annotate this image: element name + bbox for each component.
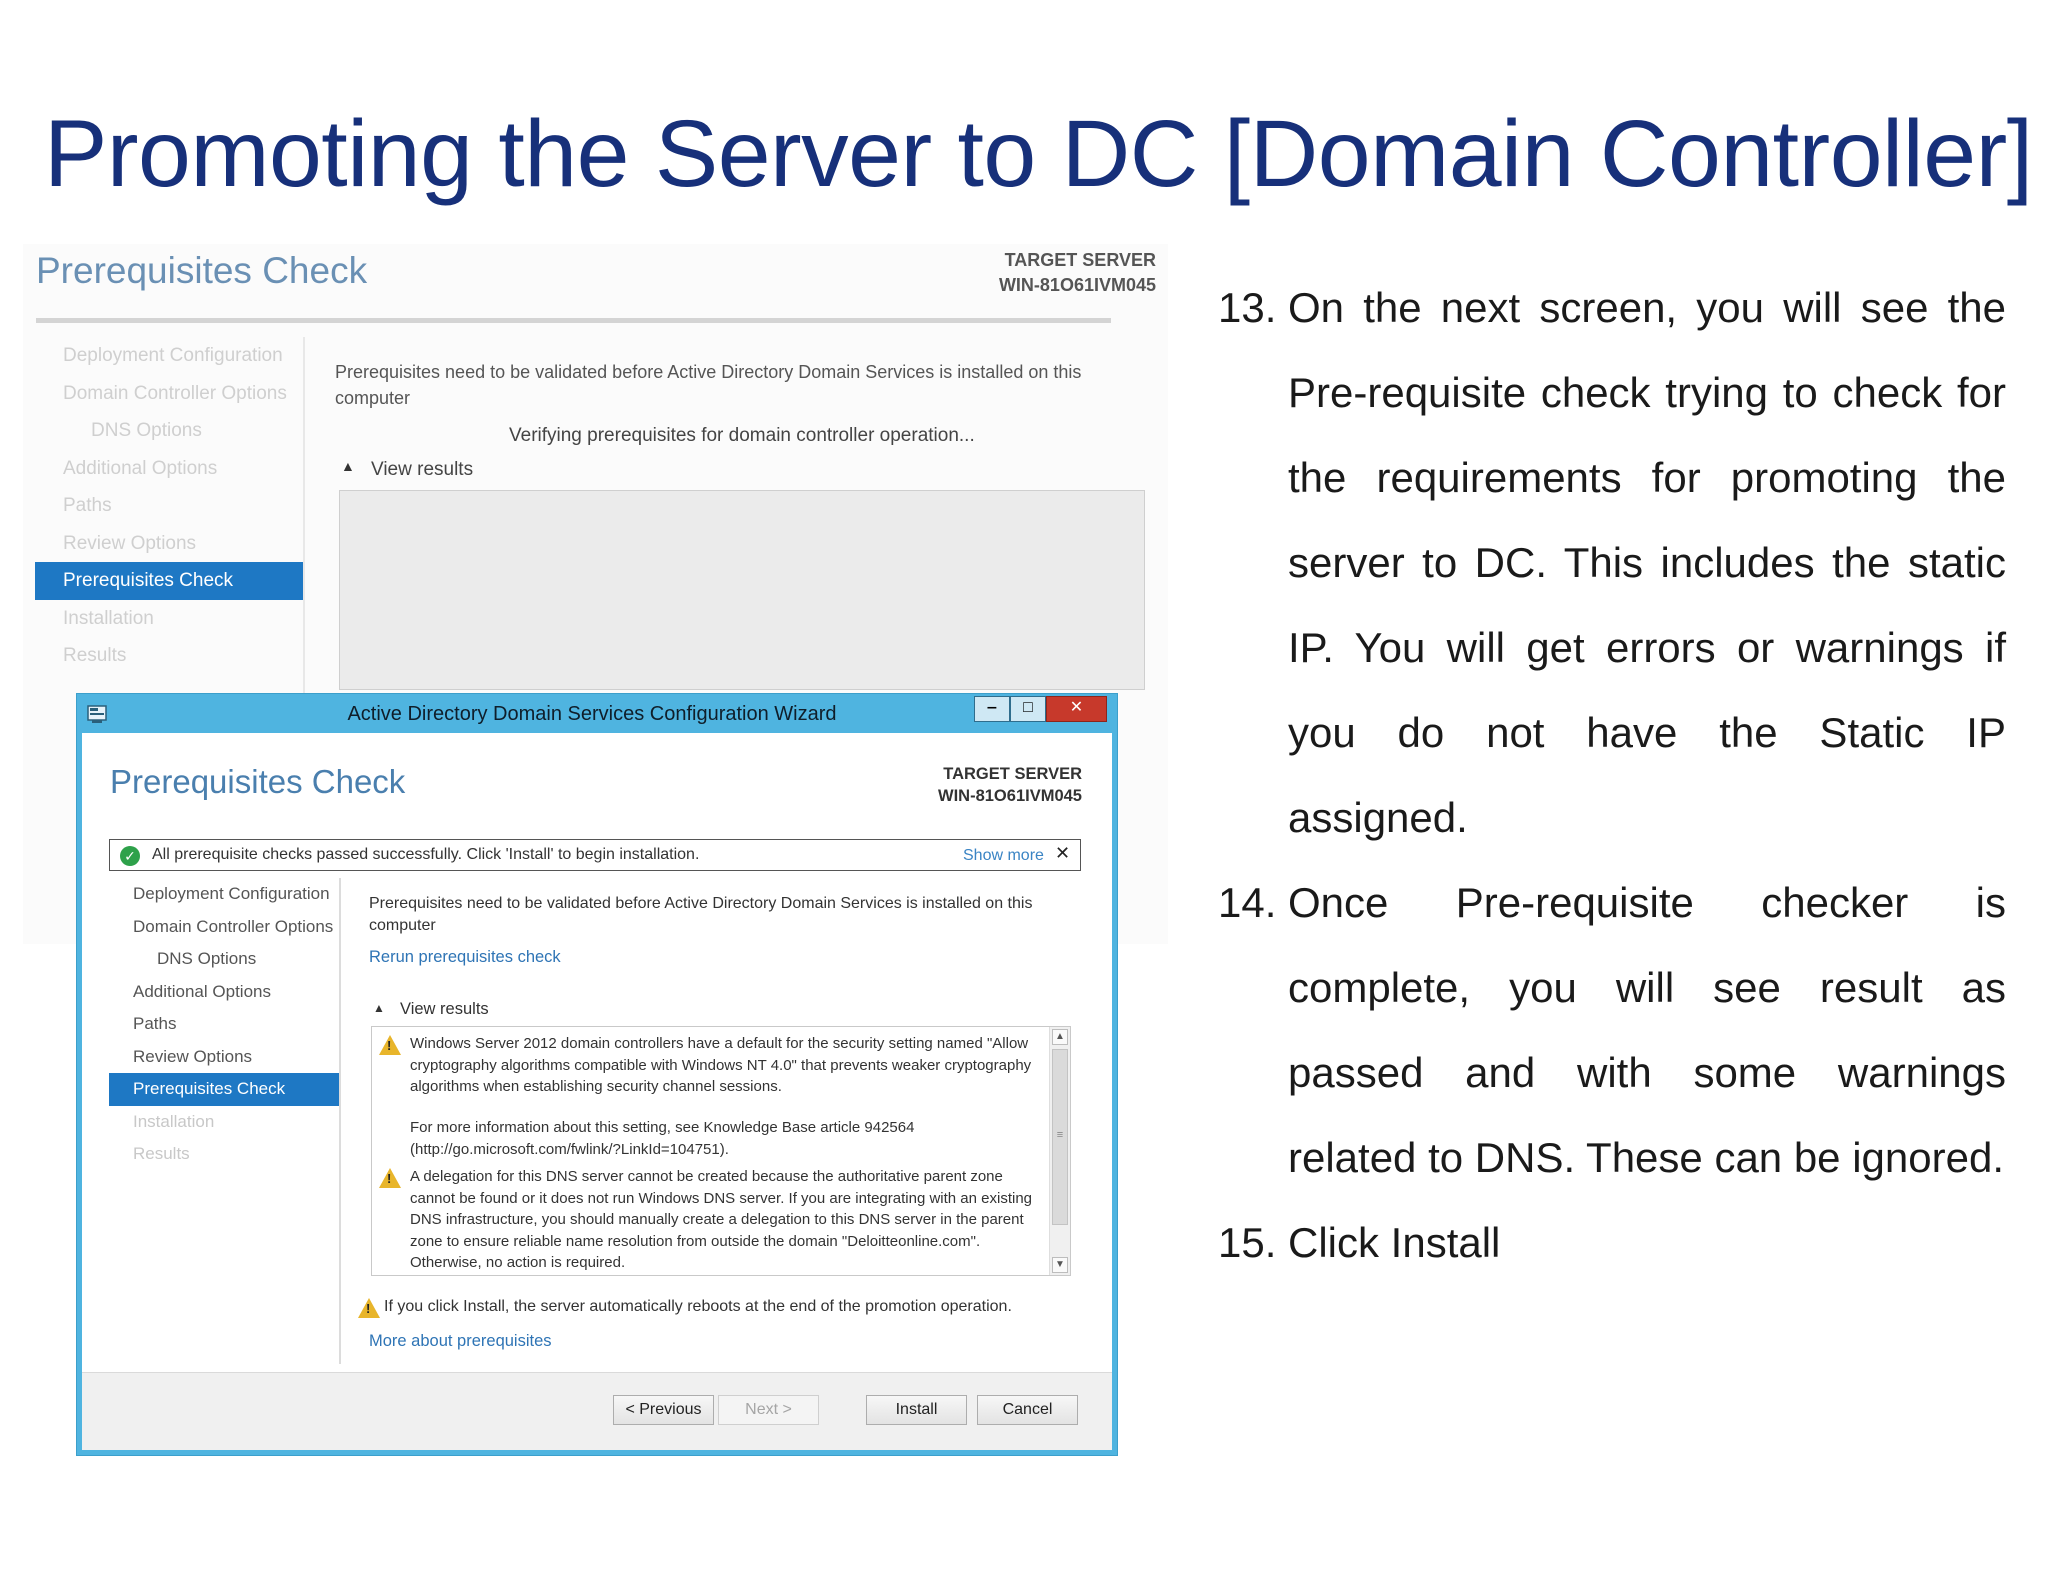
view-results-toggle[interactable]: View results — [400, 1000, 489, 1019]
caret-up-icon[interactable]: ▲ — [373, 1001, 385, 1015]
warning-icon — [379, 1035, 401, 1055]
bg-target-server: TARGET SERVER WIN-81O61IVM045 — [999, 248, 1156, 298]
bg-results-box — [339, 490, 1145, 690]
step-number: 14. — [1218, 879, 1277, 926]
step-text: Click Install — [1288, 1219, 1501, 1266]
bg-caret-up-icon: ▲ — [341, 458, 355, 474]
nav-item-additional-options[interactable]: Additional Options — [109, 976, 339, 1009]
next-button[interactable]: Next > — [718, 1395, 819, 1425]
close-button[interactable]: ✕ — [1046, 696, 1107, 722]
slide-title: Promoting the Server to DC [Domain Contr… — [44, 101, 2033, 207]
step-text: Once Pre-requisite checker is complete, … — [1288, 879, 2006, 1181]
results-scrollbar[interactable]: ▲ ≡ ▼ — [1049, 1027, 1070, 1275]
results-list[interactable]: Windows Server 2012 domain controllers h… — [371, 1026, 1071, 1276]
bg-nav-item: Review Options — [63, 532, 197, 554]
nav-item-review-options[interactable]: Review Options — [109, 1041, 339, 1074]
page-title: Prerequisites Check — [110, 763, 406, 800]
bg-nav-item: Results — [63, 645, 127, 666]
more-about-prerequisites-link[interactable]: More about prerequisites — [369, 1332, 552, 1351]
bg-nav-item: Deployment Configuration — [63, 345, 283, 366]
nav-item-dns-options[interactable]: DNS Options — [109, 943, 339, 976]
nav-item-domain-controller-options[interactable]: Domain Controller Options — [109, 911, 339, 944]
rerun-prerequisites-link[interactable]: Rerun prerequisites check — [369, 948, 561, 967]
bg-nav: Deployment Configuration Domain Controll… — [23, 337, 303, 675]
bg-nav-item: Paths — [63, 495, 112, 516]
bg-nav-item: Installation — [63, 607, 154, 629]
show-more-link[interactable]: Show more — [963, 847, 1044, 865]
bg-nav-item: Additional Options — [63, 457, 218, 479]
instruction-steps: 13. On the next screen, you will see the… — [1218, 265, 2006, 1285]
wizard-client-area: Prerequisites Check TARGET SERVER WIN-81… — [82, 733, 1112, 1450]
scroll-thumb[interactable]: ≡ — [1052, 1049, 1068, 1225]
step-14: 14. Once Pre-requisite checker is comple… — [1218, 860, 2006, 1200]
target-server-label: TARGET SERVER — [943, 765, 1082, 783]
grip-icon: ≡ — [1056, 1129, 1064, 1141]
step-number: 15. — [1218, 1219, 1277, 1266]
button-bar: < Previous Next > Install Cancel — [82, 1372, 1112, 1450]
result-text: A delegation for this DNS server cannot … — [410, 1168, 1033, 1271]
nav-item-results: Results — [133, 1144, 190, 1163]
bg-title-rule — [36, 318, 1111, 323]
check-circle-icon: ✓ — [120, 846, 140, 866]
step-number: 13. — [1218, 284, 1277, 331]
wizard-titlebar[interactable]: Active Directory Domain Services Configu… — [77, 694, 1117, 733]
cancel-button[interactable]: Cancel — [977, 1395, 1078, 1425]
bg-page-title: Prerequisites Check — [36, 250, 368, 291]
bg-nav-item: DNS Options — [91, 420, 202, 441]
description: Prerequisites need to be validated befor… — [369, 895, 1033, 934]
reboot-warning-text: If you click Install, the server automat… — [384, 1298, 1012, 1315]
result-text: For more information about this setting,… — [410, 1119, 915, 1158]
nav-item-prerequisites-check[interactable]: Prerequisites Check — [109, 1073, 339, 1106]
bg-verifying-text: Verifying prerequisites for domain contr… — [509, 425, 975, 446]
minimize-button[interactable]: ‒ — [974, 696, 1010, 722]
target-server: TARGET SERVER WIN-81O61IVM045 — [938, 763, 1082, 807]
nav-divider — [339, 878, 341, 1364]
nav-item-deployment-configuration[interactable]: Deployment Configuration — [109, 878, 339, 911]
wizard-nav: Deployment Configuration Domain Controll… — [109, 878, 339, 1171]
bg-nav-item-active: Prerequisites Check — [35, 562, 303, 600]
bg-target-server-name: WIN-81O61IVM045 — [998, 275, 1156, 295]
scroll-up-icon[interactable]: ▲ — [1052, 1029, 1068, 1045]
nav-item-paths[interactable]: Paths — [109, 1008, 339, 1041]
nav-item-installation: Installation — [133, 1111, 215, 1131]
result-text: Windows Server 2012 domain controllers h… — [410, 1035, 1032, 1095]
reboot-warning-icon — [358, 1298, 380, 1318]
maximize-button[interactable]: □ — [1010, 696, 1046, 722]
target-server-name: WIN-81O61IVM045 — [938, 787, 1082, 805]
warning-icon — [379, 1168, 401, 1188]
step-15: 15. Click Install — [1218, 1200, 2006, 1285]
banner-close-icon[interactable]: ✕ — [1055, 843, 1070, 864]
bg-view-results: View results — [371, 459, 474, 480]
banner-message: All prerequisite checks passed successfu… — [152, 846, 700, 863]
window-title: Active Directory Domain Services Configu… — [347, 703, 837, 725]
previous-button[interactable]: < Previous — [613, 1395, 714, 1425]
scroll-down-icon[interactable]: ▼ — [1052, 1257, 1068, 1273]
success-banner: ✓ All prerequisite checks passed success… — [109, 839, 1081, 871]
bg-description: Prerequisites need to be validated befor… — [335, 362, 1082, 408]
install-button[interactable]: Install — [866, 1395, 967, 1425]
step-text: On the next screen, you will see the Pre… — [1288, 284, 2006, 841]
wizard-window: Active Directory Domain Services Configu… — [77, 694, 1117, 1455]
bg-target-server-label: TARGET SERVER — [1004, 250, 1156, 270]
bg-nav-item: Domain Controller Options — [63, 382, 287, 404]
step-13: 13. On the next screen, you will see the… — [1218, 265, 2006, 860]
